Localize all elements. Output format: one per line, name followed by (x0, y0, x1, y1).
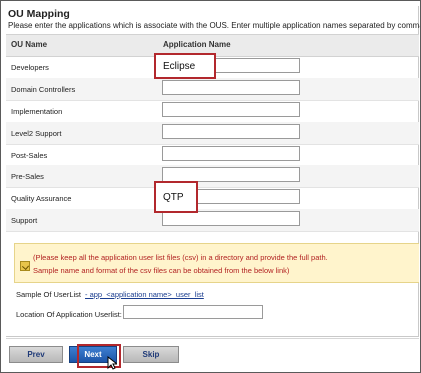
ou-label-support: Support (11, 216, 38, 225)
table-row: Quality Assurance (6, 187, 419, 210)
skip-button[interactable]: Skip (123, 346, 179, 363)
table-row: Implementation (6, 100, 419, 123)
table-row: Pre-Sales (6, 165, 419, 188)
ou-label-developers: Developers (11, 63, 49, 72)
application-input-support[interactable] (162, 211, 300, 226)
ou-label-level2-support: Level2 Support (11, 129, 62, 138)
mouse-cursor-icon (107, 356, 117, 370)
table-row: Support (6, 209, 419, 232)
column-header-ou-name: OU Name (11, 40, 48, 49)
table-row: Post-Sales (6, 144, 419, 167)
sample-userlist-label: Sample Of UserList (16, 290, 82, 299)
ou-label-implementation: Implementation (11, 107, 63, 116)
ou-label-post-sales: Post-Sales (11, 151, 48, 160)
ou-label-pre-sales: Pre-Sales (11, 172, 44, 181)
table-row: Level2 Support (6, 122, 419, 145)
highlight-qtp-text: QTP (163, 192, 184, 203)
notice-box: (Please keep all the application user li… (14, 243, 419, 283)
notice-line-1: (Please keep all the application user li… (33, 253, 328, 262)
highlight-eclipse-text: Eclipse (163, 61, 196, 72)
location-userlist-label: Location Of Application Userlist: (16, 310, 122, 319)
location-userlist-input[interactable] (123, 305, 263, 319)
page-subtitle: Please enter the applications which is a… (8, 21, 421, 30)
application-input-pre-sales[interactable] (162, 167, 300, 182)
application-input-post-sales[interactable] (162, 146, 300, 161)
ou-label-quality-assurance: Quality Assurance (11, 194, 72, 203)
divider (6, 338, 419, 339)
page-title: OU Mapping (8, 8, 70, 20)
ou-label-domain-controllers: Domain Controllers (11, 85, 76, 94)
highlight-developers-value: Eclipse (154, 53, 216, 79)
wizard-window: OU Mapping Please enter the applications… (0, 0, 421, 373)
sample-userlist-link[interactable]: - app_<application name>_user_list (85, 290, 204, 299)
application-input-level2-support[interactable] (162, 124, 300, 139)
application-input-domain-controllers[interactable] (162, 80, 300, 95)
application-input-implementation[interactable] (162, 102, 300, 117)
highlight-quality-assurance-value: QTP (154, 181, 198, 213)
notice-line-2: Sample name and format of the csv files … (33, 266, 290, 275)
prev-button[interactable]: Prev (9, 346, 63, 363)
warning-icon (20, 261, 30, 271)
column-header-application-name: Application Name (163, 40, 231, 49)
table-row: Domain Controllers (6, 78, 419, 101)
